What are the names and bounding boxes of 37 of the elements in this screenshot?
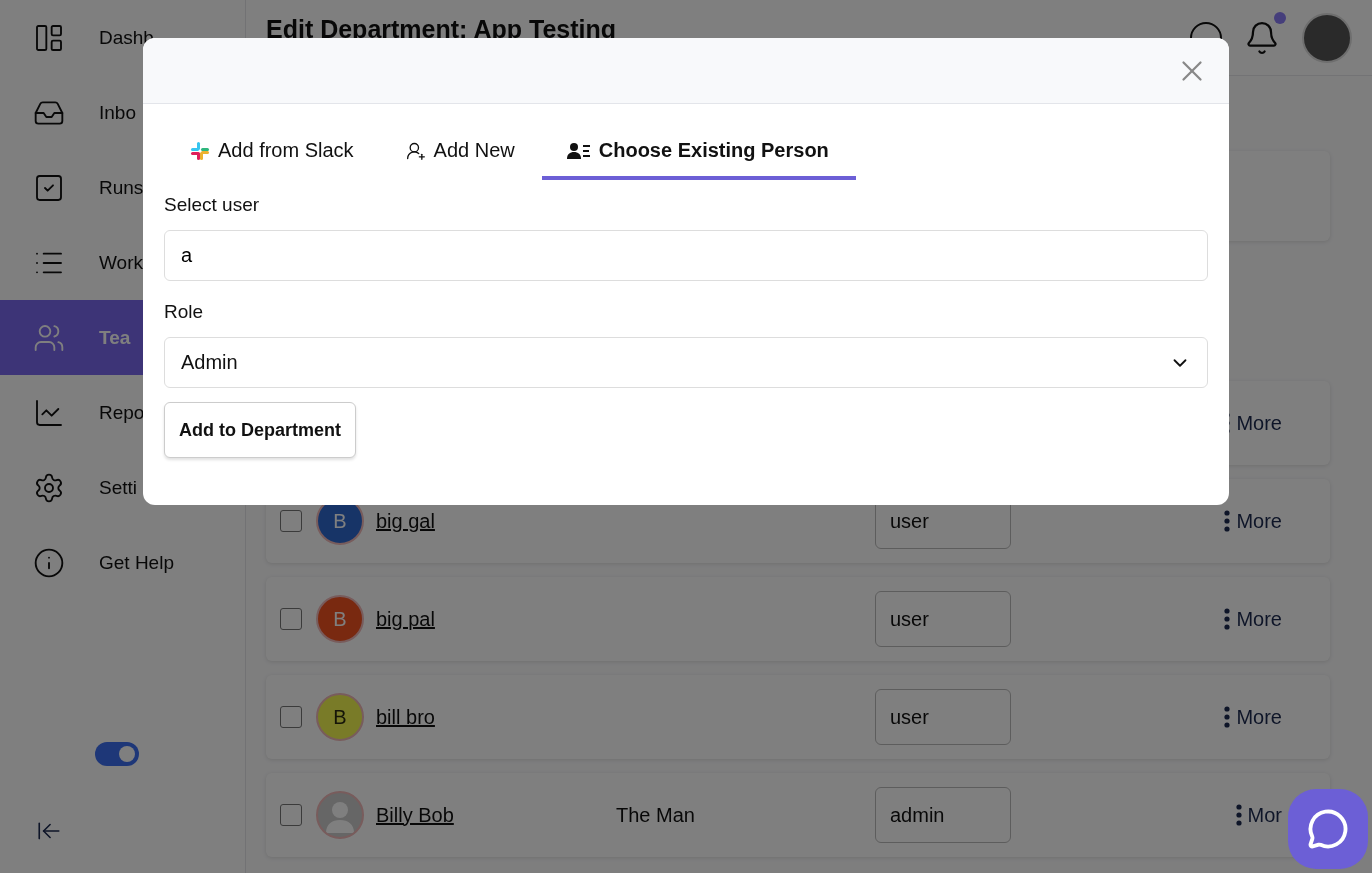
bell-icon[interactable] bbox=[1244, 19, 1280, 56]
role-field[interactable]: admin bbox=[875, 787, 1011, 843]
more-button[interactable]: More bbox=[1224, 705, 1282, 729]
role-field[interactable]: user bbox=[875, 689, 1011, 745]
toggle-switch[interactable] bbox=[95, 742, 139, 766]
checkbox[interactable] bbox=[280, 804, 302, 826]
member-name[interactable]: big gal bbox=[376, 509, 616, 533]
more-button[interactable]: More bbox=[1224, 607, 1282, 631]
tab[interactable]: Choose Existing Person bbox=[541, 127, 856, 180]
checkbox[interactable] bbox=[280, 510, 302, 532]
more-button[interactable]: Mor bbox=[1235, 803, 1282, 827]
member-name[interactable]: Billy Bob bbox=[376, 803, 616, 827]
field-label: Select user bbox=[164, 194, 261, 216]
slack-logo-icon bbox=[190, 140, 210, 161]
avatar: B bbox=[316, 595, 364, 643]
user-avatar[interactable] bbox=[1302, 12, 1352, 63]
info-icon bbox=[33, 546, 65, 579]
field-label: Role bbox=[164, 301, 205, 323]
checkbox[interactable] bbox=[280, 608, 302, 630]
checkbox[interactable] bbox=[280, 706, 302, 728]
person-list-icon bbox=[566, 140, 591, 161]
role-select[interactable]: Admin bbox=[164, 337, 1208, 388]
chat-button[interactable] bbox=[1288, 789, 1368, 869]
member-name[interactable]: bill bro bbox=[376, 705, 616, 729]
member-title: The Man bbox=[616, 803, 696, 827]
role-field[interactable]: user bbox=[875, 591, 1011, 647]
tab[interactable]: Add New bbox=[380, 127, 542, 180]
person-plus-icon bbox=[405, 140, 426, 161]
add-to-department-button[interactable]: Add to Department bbox=[164, 402, 356, 458]
more-button[interactable]: More bbox=[1224, 509, 1282, 533]
tab[interactable]: Add from Slack bbox=[165, 127, 381, 180]
speech-bubble-icon bbox=[1307, 808, 1349, 850]
user-input-field[interactable]: a bbox=[164, 230, 1208, 281]
member-name[interactable]: big pal bbox=[376, 607, 616, 631]
avatar: B bbox=[316, 693, 364, 741]
settings-icon bbox=[33, 471, 65, 504]
sidebar-item[interactable]: Get Help bbox=[0, 525, 245, 600]
